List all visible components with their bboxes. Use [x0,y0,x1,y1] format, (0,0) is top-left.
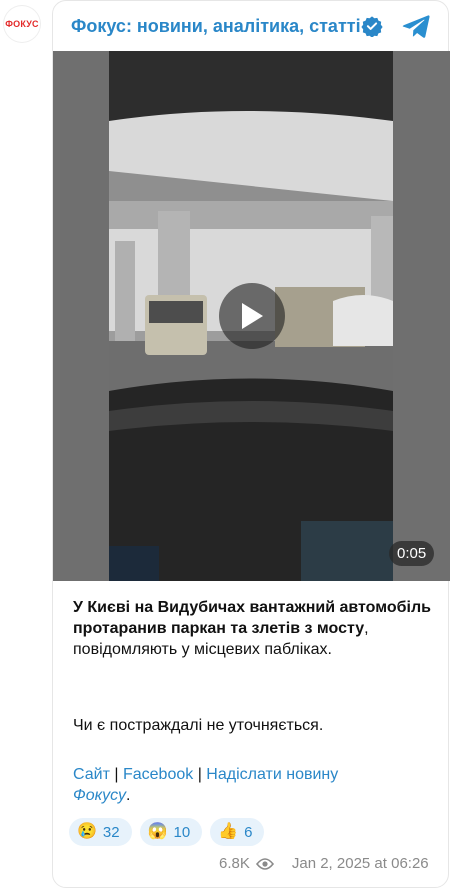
site-link[interactable]: Сайт [73,766,110,783]
avatar[interactable]: ФОКУС [4,6,40,42]
post-meta: 6.8K Jan 2, 2025 at 06:26 [219,855,429,872]
brand-link[interactable]: Фокусу [73,787,126,804]
eye-icon [255,857,274,870]
facebook-link[interactable]: Facebook [123,766,193,783]
reactions-bar: 😢 32 😱 10 👍 6 [69,818,265,846]
reaction-count: 6 [244,823,253,841]
post-card: Фокус: новини, аналітика, статті 0:05 У … [52,0,450,888]
channel-title[interactable]: Фокус: новини, аналітика, статті [71,16,361,37]
post-date: Jan 2, 2025 at 06:26 [291,855,429,872]
link-separator: | [197,766,202,783]
avatar-label: ФОКУС [5,19,39,29]
screaming-face-icon: 😱 [147,823,168,840]
view-count: 6.8K [219,855,250,872]
post-paragraph-2: Чи є постраждалі не уточняється. [73,717,324,734]
thumbs-up-icon: 👍 [218,823,239,840]
period: . [126,787,131,804]
crying-face-icon: 😢 [77,823,97,840]
submit-news-link[interactable]: Надіслати новину [206,766,338,783]
reaction-count: 10 [173,823,191,841]
post-links: Сайт | Facebook | Надіслати новину Фокус… [73,764,443,806]
post-bold-text: У Києві на Видубичах вантажний автомобіл… [73,599,431,637]
reaction-crying[interactable]: 😢 32 [69,818,132,846]
post-header: Фокус: новини, аналітика, статті [53,1,448,53]
verified-icon [361,16,383,37]
play-button[interactable] [219,283,285,349]
telegram-icon[interactable] [401,12,431,40]
post-paragraph-1: У Києві на Видубичах вантажний автомобіл… [73,597,443,660]
play-icon [242,303,263,329]
reaction-count: 32 [102,823,120,841]
reaction-scream[interactable]: 😱 10 [139,818,203,846]
video-duration: 0:05 [389,541,435,566]
link-separator: | [114,766,119,783]
video-player[interactable]: 0:05 [53,51,450,581]
reaction-thumbs-up[interactable]: 👍 6 [210,818,265,846]
